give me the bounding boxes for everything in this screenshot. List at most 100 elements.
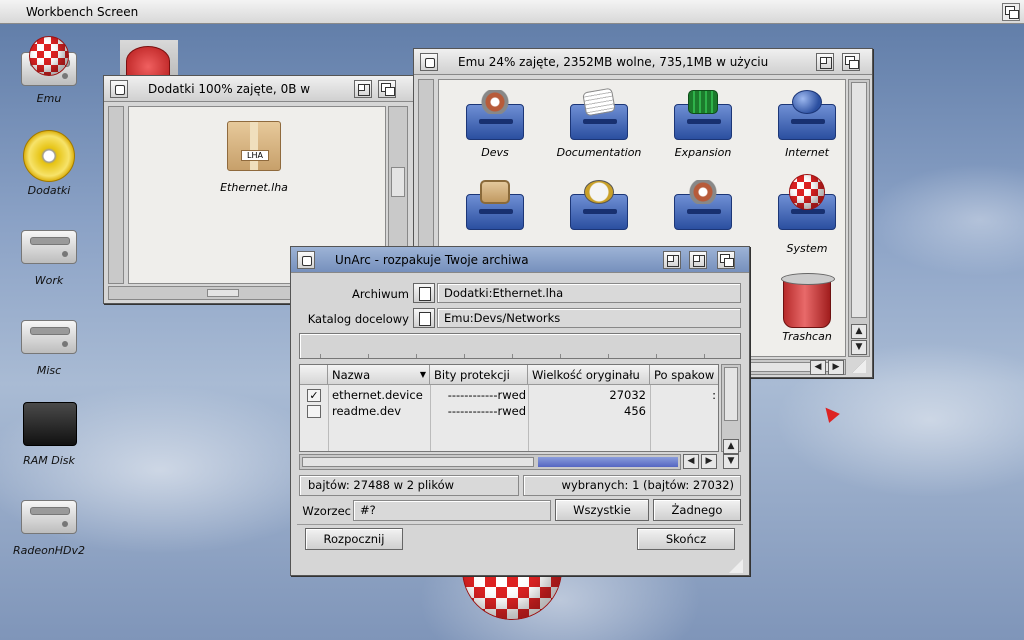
status-total: bajtów: 27488 w 2 plików xyxy=(299,475,519,496)
desktop-icon-radeonhdv2[interactable]: RadeonHDv2 xyxy=(9,486,89,557)
scroll-knob[interactable] xyxy=(851,82,867,318)
pattern-input[interactable]: #? xyxy=(353,500,551,521)
scroll-knob[interactable] xyxy=(207,289,239,297)
scroll-up-arrow-icon[interactable]: ▲ xyxy=(723,439,739,454)
row-name: ethernet.device xyxy=(332,388,423,402)
file-requester-icon[interactable] xyxy=(413,283,435,303)
drawer-requester-icon[interactable] xyxy=(413,308,435,328)
zoom-icon[interactable] xyxy=(689,251,707,269)
select-none-button[interactable]: Żadnego xyxy=(653,499,741,521)
row-protection: ------------rwed xyxy=(447,404,526,418)
screen-title-bar: Workbench Screen xyxy=(0,0,1024,24)
ethernet-lha-label: Ethernet.lha xyxy=(220,181,288,194)
zoom-icon[interactable] xyxy=(816,53,834,71)
drawer-unlabeled-3[interactable] xyxy=(655,180,751,236)
scroll-knob[interactable] xyxy=(302,457,534,467)
drawer-unlabeled-1[interactable] xyxy=(447,180,543,236)
drawer-devs[interactable]: Devs xyxy=(447,90,543,159)
scroll-knob[interactable] xyxy=(724,367,738,421)
archive-box-icon: LHA xyxy=(227,121,281,171)
status-selected: wybranych: 1 (bajtów: 27032) xyxy=(523,475,741,496)
desktop-icon-label: Dodatki xyxy=(27,184,71,197)
drawer-unlabeled-2[interactable] xyxy=(551,180,647,236)
drawer-expansion[interactable]: Expansion xyxy=(655,90,751,159)
close-icon[interactable] xyxy=(420,53,438,71)
unarc-window[interactable]: UnArc - rozpakuje Twoje archiwa Archiwum… xyxy=(290,246,750,576)
resize-icon[interactable] xyxy=(729,559,745,573)
scroll-up-arrow-icon[interactable]: ▲ xyxy=(851,324,867,339)
scroll-right-arrow-icon[interactable]: ▶ xyxy=(828,360,844,375)
drawer-internet[interactable]: Internet xyxy=(759,90,855,159)
destination-label: Katalog docelowy xyxy=(307,312,409,326)
desktop-icon-label: RadeonHDv2 xyxy=(12,544,86,557)
row-checkbox[interactable] xyxy=(307,405,321,418)
drawer-system[interactable]: System xyxy=(759,174,855,255)
sort-arrow-icon: ▼ xyxy=(419,370,426,379)
screen-title: Workbench Screen xyxy=(26,5,139,19)
hard-drive-icon xyxy=(17,306,81,362)
drawer-boing-ball-icon xyxy=(776,174,838,234)
row-checkbox[interactable]: ✓ xyxy=(307,389,321,402)
destination-field[interactable]: Emu:Devs/Networks xyxy=(437,308,741,328)
close-icon[interactable] xyxy=(297,251,315,269)
hard-drive-icon xyxy=(17,486,81,542)
column-header-packed[interactable]: Po spakow xyxy=(650,365,718,385)
scroll-left-arrow-icon[interactable]: ◀ xyxy=(683,454,699,469)
desktop-icon-emu[interactable]: Emu xyxy=(9,34,89,105)
scroll-knob[interactable] xyxy=(391,167,405,197)
drawer-label: Documentation xyxy=(556,146,642,159)
desktop-icon-label: Work xyxy=(34,274,64,287)
desktop-icon-label: RAM Disk xyxy=(23,454,75,467)
start-button[interactable]: Rozpocznij xyxy=(305,528,403,550)
desktop-icon-work[interactable]: Work xyxy=(9,216,89,287)
archive-field[interactable]: Dodatki:Ethernet.lha xyxy=(437,283,741,303)
drawer-globe-icon xyxy=(776,90,838,144)
drawer-gears-icon xyxy=(464,90,526,144)
drawer-trashcan[interactable]: Trashcan xyxy=(759,273,855,343)
desktop-icon-dodatki[interactable]: Dodatki xyxy=(9,126,89,197)
quit-button[interactable]: Skończ xyxy=(637,528,735,550)
select-all-button[interactable]: Wszystkie xyxy=(555,499,649,521)
progress-gauge xyxy=(299,333,741,359)
desktop-icon-label: Emu xyxy=(36,92,62,105)
column-header-name[interactable]: Nazwa ▼ xyxy=(328,365,430,385)
list-horizontal-scrollbar[interactable] xyxy=(299,454,681,470)
emu-window-title: Emu 24% zajęte, 2352MB wolne, 735,1MB w … xyxy=(458,55,769,69)
emu-vertical-scrollbar[interactable]: ▲ ▼ xyxy=(848,79,870,357)
dodatki-title-bar[interactable]: Dodatki 100% zajęte, 0B w xyxy=(104,76,414,102)
scroll-left-arrow-icon[interactable]: ◀ xyxy=(810,360,826,375)
drawer-window-icon xyxy=(464,180,526,234)
file-list[interactable]: Nazwa ▼ Bity protekcji Wielkość oryginału… xyxy=(299,364,719,452)
hidden-icon[interactable] xyxy=(120,40,178,76)
column-header-protection[interactable]: Bity protekcji xyxy=(430,365,528,385)
depth-icon[interactable] xyxy=(717,251,735,269)
scroll-down-arrow-icon[interactable]: ▼ xyxy=(851,340,867,355)
unarc-title-bar[interactable]: UnArc - rozpakuje Twoje archiwa xyxy=(291,247,749,273)
hard-drive-icon xyxy=(17,216,81,272)
table-row[interactable]: ✓ ethernet.device ------------rwed 27032… xyxy=(300,388,718,403)
row-protection: ------------rwed xyxy=(447,388,526,402)
screen-depth-icon[interactable] xyxy=(1002,3,1020,21)
column-header-size[interactable]: Wielkość oryginału xyxy=(528,365,650,385)
drawer-label: Trashcan xyxy=(782,330,832,343)
cd-icon xyxy=(17,126,81,182)
desktop-icon-misc[interactable]: Misc xyxy=(9,306,89,377)
desktop-icon-ram-disk[interactable]: RAM Disk xyxy=(9,396,89,467)
scroll-right-arrow-icon[interactable]: ▶ xyxy=(701,454,717,469)
boing-ball-drive-icon xyxy=(17,34,81,90)
iconify-icon[interactable] xyxy=(663,251,681,269)
drawer-label: System xyxy=(786,242,828,255)
zoom-icon[interactable] xyxy=(354,80,372,98)
drawer-documentation[interactable]: Documentation xyxy=(551,87,647,159)
drawer-documents-icon xyxy=(568,87,630,144)
emu-title-bar[interactable]: Emu 24% zajęte, 2352MB wolne, 735,1MB w … xyxy=(414,49,872,75)
resize-icon[interactable] xyxy=(852,359,868,375)
depth-icon[interactable] xyxy=(842,53,860,71)
table-row[interactable]: readme.dev ------------rwed 456 xyxy=(300,404,718,419)
close-icon[interactable] xyxy=(110,80,128,98)
column-header-check xyxy=(300,365,328,385)
scroll-down-arrow-icon[interactable]: ▼ xyxy=(723,454,739,469)
drawer-gears-icon xyxy=(672,180,734,234)
drawer-label: Internet xyxy=(785,146,829,159)
depth-icon[interactable] xyxy=(378,80,396,98)
